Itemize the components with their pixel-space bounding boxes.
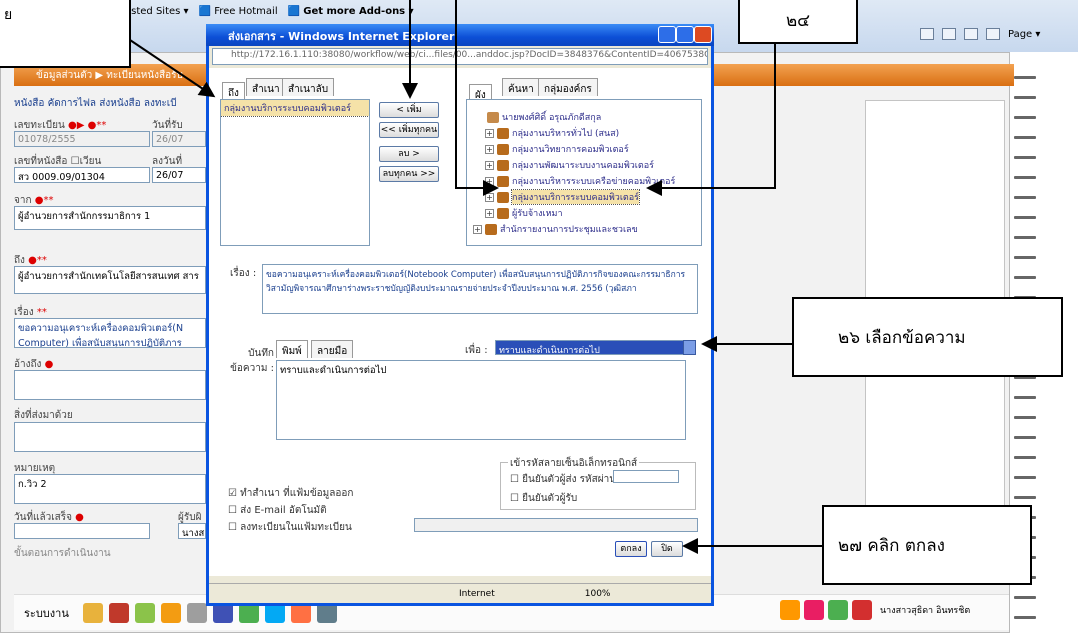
arrow-from-24 xyxy=(646,44,776,196)
annotation-arrows xyxy=(129,0,822,554)
arrow-to-recipient xyxy=(129,39,216,98)
arrow-to-tree-item xyxy=(455,0,499,196)
